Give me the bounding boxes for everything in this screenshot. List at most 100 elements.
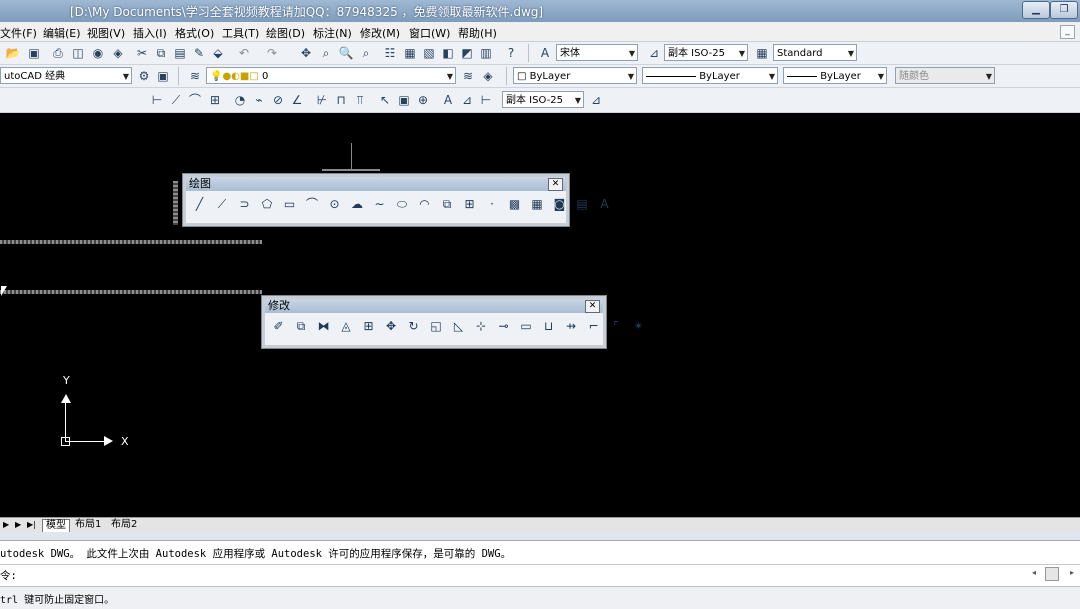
tab-scroll-last-icon[interactable]: ▶|: [24, 519, 39, 531]
dim-text-edit-icon[interactable]: ⊿: [459, 92, 475, 108]
design-center-icon[interactable]: ▦: [402, 45, 418, 61]
offset-icon[interactable]: ◬: [337, 317, 356, 335]
text-style-icon[interactable]: A: [537, 45, 553, 61]
my-workspace-icon[interactable]: ▣: [155, 68, 171, 84]
point-icon[interactable]: ·: [483, 195, 502, 213]
gradient-icon[interactable]: ▦: [528, 195, 547, 213]
arc-icon[interactable]: ⌒: [303, 195, 322, 213]
menu-tools[interactable]: 工具(T): [222, 25, 259, 41]
menu-format[interactable]: 格式(O): [175, 25, 214, 41]
menu-view[interactable]: 视图(V): [87, 25, 125, 41]
zoom-realtime-icon[interactable]: ⌕: [318, 45, 334, 61]
print-icon[interactable]: ⎙: [50, 45, 66, 61]
match-properties-icon[interactable]: ✎: [191, 45, 207, 61]
linetype-combo[interactable]: ByLayer ▼: [642, 67, 778, 84]
tab-layout2[interactable]: 布局2: [108, 519, 140, 531]
plotstyle-combo[interactable]: 随颜色 ▼: [895, 67, 995, 84]
plot-preview-icon[interactable]: ◫: [70, 45, 86, 61]
polygon-icon[interactable]: ⬠: [258, 195, 277, 213]
mirror-icon[interactable]: ⧓: [314, 317, 333, 335]
fillet-icon[interactable]: ⌜: [607, 317, 626, 335]
tolerance-icon[interactable]: ▣: [396, 92, 412, 108]
modify-toolbar-caption[interactable]: 修改 ✕: [265, 299, 603, 313]
erase-icon[interactable]: ✐: [269, 317, 288, 335]
workspace-combo[interactable]: utoCAD 经典 ▼: [0, 67, 132, 84]
menu-window[interactable]: 窗口(W): [409, 25, 450, 41]
lineweight-combo[interactable]: ByLayer ▼: [783, 67, 887, 84]
baseline-dim-icon[interactable]: ⊓: [333, 92, 349, 108]
rectangle-icon[interactable]: ▭: [280, 195, 299, 213]
copy-object-icon[interactable]: ⧉: [292, 317, 311, 335]
line-icon[interactable]: ╱: [190, 195, 209, 213]
explode-icon[interactable]: ✴: [629, 317, 648, 335]
maximize-button[interactable]: ❐: [1050, 1, 1078, 19]
block-editor-icon[interactable]: ⬙: [210, 45, 226, 61]
ellipse-icon[interactable]: ⬭: [393, 195, 412, 213]
dim-style-icon[interactable]: ⊿: [646, 45, 662, 61]
calculator-icon[interactable]: ▥: [478, 45, 494, 61]
scale-icon[interactable]: ◱: [427, 317, 446, 335]
ellipse-arc-icon[interactable]: ◠: [415, 195, 434, 213]
ordinate-dim-icon[interactable]: ⊞: [207, 92, 223, 108]
region-icon[interactable]: ◙: [550, 195, 569, 213]
cmd-scroll-thumb[interactable]: [1045, 567, 1059, 581]
multiline-text-icon[interactable]: A: [595, 195, 614, 213]
properties-icon[interactable]: ☷: [382, 45, 398, 61]
continue-dim-icon[interactable]: ⫪: [352, 92, 368, 108]
text-style-combo[interactable]: 宋体 ▼: [556, 44, 638, 61]
3d-dwf-icon[interactable]: ◈: [110, 45, 126, 61]
circle-icon[interactable]: ⊙: [325, 195, 344, 213]
dim-style-combo-2[interactable]: 副本 ISO-25 ▼: [502, 91, 584, 108]
jogged-dim-icon[interactable]: ⌁: [251, 92, 267, 108]
leader-icon[interactable]: ↖: [377, 92, 393, 108]
center-mark-icon[interactable]: ⊕: [415, 92, 431, 108]
layer-manager-icon[interactable]: ≋: [187, 68, 203, 84]
undo-icon[interactable]: ↶: [236, 45, 252, 61]
arc-length-icon[interactable]: ⌒: [187, 92, 203, 108]
table-icon[interactable]: ▤: [573, 195, 592, 213]
help-icon[interactable]: ?: [503, 45, 519, 61]
layer-previous-icon[interactable]: ◈: [480, 68, 496, 84]
save-icon[interactable]: ▣: [26, 45, 42, 61]
modify-toolbar-close-icon[interactable]: ✕: [585, 300, 600, 313]
tab-scroll-next-icon[interactable]: ▶: [12, 519, 24, 531]
spline-icon[interactable]: ∼: [370, 195, 389, 213]
break-icon[interactable]: ⊔: [539, 317, 558, 335]
break-at-point-icon[interactable]: ▭: [517, 317, 536, 335]
move-icon[interactable]: ✥: [382, 317, 401, 335]
modify-toolbar[interactable]: 修改 ✕ ✐ ⧉ ⧓ ◬ ⊞ ✥ ↻ ◱ ◺ ⊹ ⊸ ▭ ⊔ ⇸ ⌐ ⌜ ✴: [262, 296, 644, 348]
workspace-settings-icon[interactable]: ⚙: [136, 68, 152, 84]
dim-update-icon[interactable]: ⊢: [478, 92, 494, 108]
dim-edit-icon[interactable]: A: [440, 92, 456, 108]
make-block-icon[interactable]: ⊞: [460, 195, 479, 213]
menu-insert[interactable]: 插入(I): [133, 25, 167, 41]
command-prompt[interactable]: 令:: [0, 568, 17, 583]
sheet-set-icon[interactable]: ◧: [440, 45, 456, 61]
menu-modify[interactable]: 修改(M): [360, 25, 400, 41]
cmd-scroll-left-icon[interactable]: ◂: [1032, 568, 1042, 580]
menu-help[interactable]: 帮助(H): [458, 25, 497, 41]
menu-edit[interactable]: 编辑(E): [43, 25, 81, 41]
zoom-window-icon[interactable]: 🔍: [338, 45, 354, 61]
open-icon[interactable]: 📂: [5, 45, 21, 61]
hatch-icon[interactable]: ▩: [505, 195, 524, 213]
tab-model[interactable]: 模型: [42, 519, 70, 532]
cut-icon[interactable]: ✂: [134, 45, 150, 61]
extend-icon[interactable]: ⊸: [494, 317, 513, 335]
stretch-icon[interactable]: ◺: [449, 317, 468, 335]
layer-combo[interactable]: 💡●◐■□ 0 ▼: [206, 67, 456, 84]
pan-icon[interactable]: ✥: [298, 45, 314, 61]
redo-icon[interactable]: ↷: [264, 45, 280, 61]
angular-dim-icon[interactable]: ∠: [289, 92, 305, 108]
quick-dim-icon[interactable]: ⊬: [314, 92, 330, 108]
aligned-dim-icon[interactable]: ⟋: [168, 92, 184, 108]
dim-style-combo[interactable]: 副本 ISO-25 ▼: [664, 44, 748, 61]
array-icon[interactable]: ⊞: [359, 317, 378, 335]
rotate-icon[interactable]: ↻: [404, 317, 423, 335]
paste-icon[interactable]: ▤: [172, 45, 188, 61]
copy-icon[interactable]: ⧉: [153, 45, 169, 61]
minimize-button[interactable]: ▁: [1022, 1, 1050, 19]
cmd-scroll-right-icon[interactable]: ▸: [1070, 568, 1080, 580]
tab-scroll-prev-icon[interactable]: ▶: [0, 519, 12, 531]
construction-line-icon[interactable]: ⟋: [213, 195, 232, 213]
